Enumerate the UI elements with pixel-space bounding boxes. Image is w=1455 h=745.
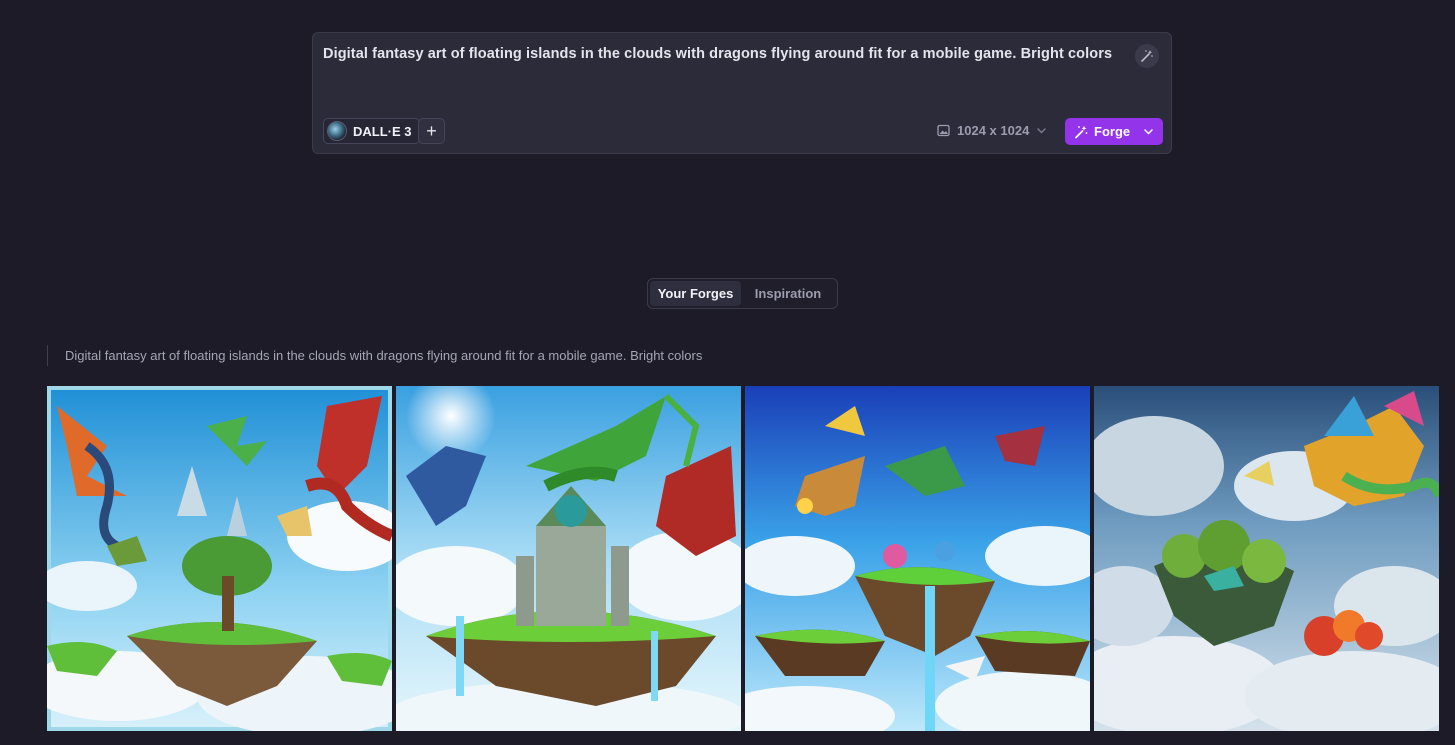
- history-prompt-text: Digital fantasy art of floating islands …: [65, 348, 703, 363]
- model-avatar: [327, 121, 347, 141]
- forge-label: Forge: [1094, 124, 1131, 139]
- size-selector[interactable]: 1024 x 1024: [937, 123, 1047, 138]
- history-prompt: Digital fantasy art of floating islands …: [47, 345, 702, 366]
- chevron-down-icon: [1144, 129, 1153, 135]
- generated-image-4[interactable]: [1094, 386, 1439, 731]
- sparkle-wand-icon: [1075, 125, 1088, 138]
- plus-icon: +: [426, 121, 437, 141]
- model-selector[interactable]: DALL·E 3: [323, 118, 420, 144]
- magic-wand-button[interactable]: [1135, 44, 1159, 68]
- forge-button[interactable]: Forge: [1065, 118, 1163, 145]
- add-model-button[interactable]: +: [418, 118, 445, 144]
- tab-your-forges[interactable]: Your Forges: [650, 281, 742, 306]
- image-gallery: [47, 386, 1439, 731]
- image-icon: [937, 124, 950, 137]
- forge-options-toggle[interactable]: [1143, 126, 1154, 137]
- prompt-composer: Digital fantasy art of floating islands …: [312, 32, 1172, 154]
- model-label: DALL·E 3: [353, 123, 412, 139]
- generated-image-2[interactable]: [396, 386, 741, 731]
- view-tabs: Your Forges Inspiration: [647, 278, 838, 309]
- generated-image-3[interactable]: [745, 386, 1090, 731]
- prompt-input[interactable]: Digital fantasy art of floating islands …: [323, 46, 1121, 62]
- magic-wand-icon: [1141, 50, 1153, 62]
- chevron-down-icon: [1037, 128, 1046, 134]
- tab-inspiration[interactable]: Inspiration: [741, 281, 835, 306]
- generated-image-1[interactable]: [47, 386, 392, 731]
- size-label: 1024 x 1024: [957, 123, 1030, 138]
